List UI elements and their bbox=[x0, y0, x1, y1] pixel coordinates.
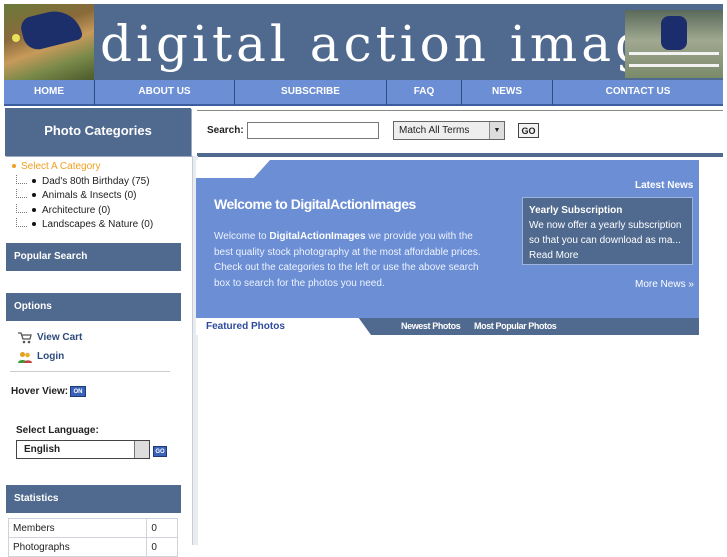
news-box: Yearly Subscription We now offer a yearl… bbox=[522, 197, 693, 265]
options-list: View Cart Login bbox=[18, 328, 82, 366]
site-header: digital action images bbox=[4, 4, 723, 80]
category-item[interactable]: Architecture (0) bbox=[12, 203, 190, 219]
nav-subscribe[interactable]: SUBSCRIBE bbox=[235, 80, 387, 106]
search-label: Search: bbox=[207, 125, 244, 136]
language-value: English bbox=[24, 444, 61, 455]
search-go-button[interactable]: GO bbox=[518, 123, 539, 138]
language-select[interactable]: English bbox=[16, 440, 150, 459]
hover-view-label: Hover View: bbox=[11, 386, 69, 397]
stat-label: Members bbox=[7, 518, 148, 538]
category-root[interactable]: Select A Category bbox=[12, 160, 190, 175]
view-cart-link[interactable]: View Cart bbox=[18, 328, 82, 347]
category-item[interactable]: Dad's 80th Birthday (75) bbox=[12, 174, 190, 190]
nav-faq[interactable]: FAQ bbox=[387, 80, 462, 106]
news-item-text: We now offer a yearly subscription so th… bbox=[529, 220, 682, 246]
language-label: Select Language: bbox=[16, 425, 99, 436]
table-row: Photographs 0 bbox=[7, 537, 178, 557]
language-go-button[interactable]: GO bbox=[153, 446, 167, 457]
nav-contact-us[interactable]: CONTACT US bbox=[553, 80, 723, 106]
hover-view-toggle[interactable]: ON bbox=[70, 386, 86, 397]
stat-label: Photographs bbox=[7, 537, 148, 557]
brand-name: DigitalActionImages bbox=[269, 231, 366, 242]
tab-newest-photos[interactable]: Newest Photos bbox=[401, 321, 461, 331]
site-title: digital action images bbox=[100, 15, 715, 73]
cart-icon bbox=[18, 331, 32, 344]
statistics-header: Statistics bbox=[6, 485, 181, 513]
header-photo-hurdles bbox=[625, 10, 723, 78]
nav-about-us[interactable]: ABOUT US bbox=[95, 80, 235, 106]
main-nav: HOME ABOUT US SUBSCRIBE FAQ NEWS CONTACT… bbox=[4, 80, 723, 106]
statistics-table: Members 0 Photographs 0 bbox=[7, 518, 178, 557]
category-tree: Select A Category Dad's 80th Birthday (7… bbox=[12, 160, 190, 233]
welcome-text: Welcome to DigitalActionImages we provid… bbox=[214, 231, 481, 289]
nav-home[interactable]: HOME bbox=[4, 80, 95, 106]
chevron-down-icon: ▼ bbox=[489, 122, 504, 139]
search-input[interactable] bbox=[247, 122, 379, 139]
table-row: Members 0 bbox=[7, 518, 178, 538]
stat-value: 0 bbox=[146, 518, 178, 538]
tab-most-popular-photos[interactable]: Most Popular Photos bbox=[474, 321, 557, 331]
nav-news[interactable]: NEWS bbox=[462, 80, 553, 106]
news-item-title[interactable]: Yearly Subscription bbox=[529, 203, 686, 218]
tab-featured-photos[interactable]: Featured Photos bbox=[196, 318, 371, 335]
select-arrow-icon bbox=[134, 441, 149, 458]
options-divider bbox=[10, 371, 170, 372]
stat-value: 0 bbox=[146, 537, 178, 557]
users-icon bbox=[18, 351, 32, 363]
more-news-link[interactable]: More News » bbox=[635, 279, 694, 290]
popular-search-header: Popular Search bbox=[6, 243, 181, 271]
category-item[interactable]: Landscapes & Nature (0) bbox=[12, 218, 190, 233]
header-photo-softball bbox=[4, 4, 94, 80]
latest-news-label: Latest News bbox=[635, 180, 694, 191]
options-header: Options bbox=[6, 293, 181, 321]
category-item[interactable]: Animals & Insects (0) bbox=[12, 189, 190, 204]
read-more-link[interactable]: Read More bbox=[529, 248, 686, 263]
welcome-title: Welcome to DigitalActionImages bbox=[214, 196, 416, 212]
photo-categories-header: Photo Categories bbox=[5, 108, 191, 156]
login-link[interactable]: Login bbox=[18, 347, 82, 366]
match-terms-value: Match All Terms bbox=[399, 125, 470, 136]
match-terms-select[interactable]: Match All Terms ▼ bbox=[393, 121, 505, 140]
